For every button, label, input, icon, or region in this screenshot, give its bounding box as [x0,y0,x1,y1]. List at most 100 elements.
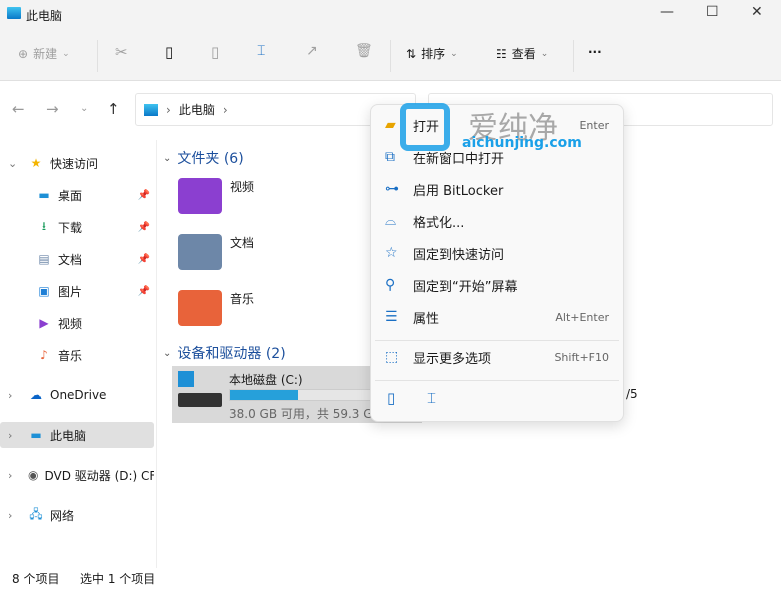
chevron-down-icon: ⌄ [540,48,549,59]
context-menu: ▰ 打开 Enter ⧉ 在新窗口中打开 ⊶ 启用 BitLocker ⌓ 格式化... … [370,104,624,422]
menu-divider [375,380,619,381]
drive-space-info: 38.0 GB 可用，共 59.3 GB [229,407,381,421]
rename-icon[interactable]: ⌶ [257,43,265,59]
breadcrumb-separator: › [166,102,171,117]
sidebar-item-pictures[interactable]: ▣ 图片 📌 [0,278,154,304]
cloud-icon: ☁ [30,388,42,402]
copy-icon[interactable]: ▯ [387,389,395,407]
sidebar-item-network[interactable]: › 🖧 网络 [0,502,154,528]
copy-icon[interactable]: ▯ [165,43,173,61]
pin-icon: ⚲ [385,277,396,293]
drive-name: 本地磁盘 (C:) [229,373,303,387]
format-icon: ⌓ [385,213,397,229]
close-button[interactable]: ✕ [751,4,763,20]
breadcrumb-separator: › [222,102,228,117]
chevron-right-icon: › [8,468,13,482]
chevron-down-icon: ⌄ [62,48,70,59]
bitlocker-icon: ⊶ [385,181,399,197]
computer-icon: ▬ [30,428,42,442]
sidebar: ⌄ ★ 快速访问 ▬ 桌面 📌 ⭳ 下载 📌 ▤ 文档 📌 ▣ 图片 📌 ▶ 视频 ♪ 音乐 › ☁ One… [0,140,156,570]
chevron-down-icon: ⌄ [450,48,458,59]
rename-icon[interactable]: ⌶ [427,389,436,407]
document-folder-icon [178,234,222,270]
view-list-icon: ☷ [496,46,507,61]
plus-circle-icon: ⊕ [18,46,29,61]
pin-icon[interactable]: 📌 [138,254,150,265]
minimize-button[interactable]: — [660,4,674,20]
sidebar-item-videos[interactable]: ▶ 视频 [0,310,154,336]
sidebar-item-desktop[interactable]: ▬ 桌面 📌 [0,182,154,208]
sidebar-item-onedrive[interactable]: › ☁ OneDrive [0,382,154,408]
delete-icon[interactable]: 🗑 [355,43,373,59]
picture-icon: ▣ [38,284,50,298]
desktop-icon: ▬ [38,188,50,202]
menu-item-properties[interactable]: ☰ 属性 Alt+Enter [371,302,623,332]
pin-icon[interactable]: 📌 [138,190,150,201]
video-folder-icon [178,178,222,214]
network-icon: 🖧 [29,506,43,521]
dvd-icon: ◉ [28,468,39,482]
chevron-right-icon: › [8,428,13,442]
maximize-button[interactable]: ☐ [706,4,719,20]
view-button[interactable]: ☷ 查看 ⌄ [496,45,548,62]
document-icon: ▤ [38,252,50,266]
up-button[interactable]: ↑ [107,100,120,118]
divider [156,140,157,568]
windows-logo-icon [178,371,194,387]
more-button[interactable]: ··· [588,45,602,59]
cut-icon[interactable]: ✂ [115,43,128,61]
new-button[interactable]: ⊕ 新建 ⌄ [18,45,70,62]
paste-icon[interactable]: ▯ [211,43,219,61]
menu-item-format[interactable]: ⌓ 格式化... [371,206,623,236]
folders-group-header[interactable]: ⌄ 文件夹 (6) [163,148,244,168]
forward-button[interactable]: → [46,100,59,118]
sort-button[interactable]: ⇅ 排序 ⌄ [406,45,458,62]
title-bar: 此电脑 — ☐ ✕ [0,0,781,30]
folder-open-icon: ▰ [385,117,396,133]
selected-count: 选中 1 个项目 [80,572,156,586]
folder-item[interactable]: 音乐 [178,290,254,326]
divider [573,40,574,72]
status-bar: 8 个项目 选中 1 个项目 [0,568,781,589]
video-icon: ▶ [39,316,49,330]
menu-item-bitlocker[interactable]: ⊶ 启用 BitLocker [371,174,623,204]
menu-divider [375,340,619,341]
watermark-logo [400,103,450,151]
devices-group-header[interactable]: ⌄ 设备和驱动器 (2) [163,343,286,363]
drive-usage-fill [230,390,298,400]
divider [97,40,98,72]
sidebar-item-music[interactable]: ♪ 音乐 [0,342,154,368]
chevron-right-icon: › [8,508,13,522]
sidebar-item-dvd[interactable]: › ◉ DVD 驱动器 (D:) CF [0,462,154,488]
chevron-down-icon: ⌄ [8,156,18,170]
properties-icon: ☰ [385,309,398,325]
open-new-window-icon: ⧉ [385,149,395,165]
music-folder-icon [178,290,222,326]
folder-item[interactable]: 视频 [178,178,254,214]
menu-item-pin-quick-access[interactable]: ☆ 固定到快速访问 [371,238,623,268]
breadcrumb-item[interactable]: 此电脑 [179,101,215,118]
recent-chevron-icon[interactable]: ⌄ [80,103,88,114]
item-count: 8 个项目 [12,572,60,586]
star-icon: ★ [30,156,42,170]
sidebar-item-quick-access[interactable]: ⌄ ★ 快速访问 [0,150,154,176]
partial-text: /5 [626,387,638,401]
command-bar: ⊕ 新建 ⌄ ✂ ▯ ▯ ⌶ ↗ 🗑 ⇅ 排序 ⌄ ☷ 查看 ⌄ ··· [0,30,781,81]
divider [390,40,391,72]
sidebar-item-this-pc[interactable]: › ▬ 此电脑 [0,422,154,448]
back-button[interactable]: ← [12,100,25,118]
window-title: 此电脑 [26,9,63,23]
more-options-icon: ⬚ [385,349,399,365]
sidebar-item-downloads[interactable]: ⭳ 下载 📌 [0,214,154,240]
sidebar-item-documents[interactable]: ▤ 文档 📌 [0,246,154,272]
share-icon[interactable]: ↗ [306,43,318,59]
pin-icon[interactable]: 📌 [138,222,150,233]
menu-item-show-more[interactable]: ⬚ 显示更多选项 Shift+F10 [371,342,623,372]
chevron-down-icon: ⌄ [163,152,172,164]
folder-item[interactable]: 文档 [178,234,254,270]
star-icon: ☆ [385,245,398,261]
sort-icon: ⇅ [406,46,417,61]
computer-icon [144,103,158,116]
menu-item-pin-start[interactable]: ⚲ 固定到“开始”屏幕 [371,270,623,300]
pin-icon[interactable]: 📌 [138,286,150,297]
